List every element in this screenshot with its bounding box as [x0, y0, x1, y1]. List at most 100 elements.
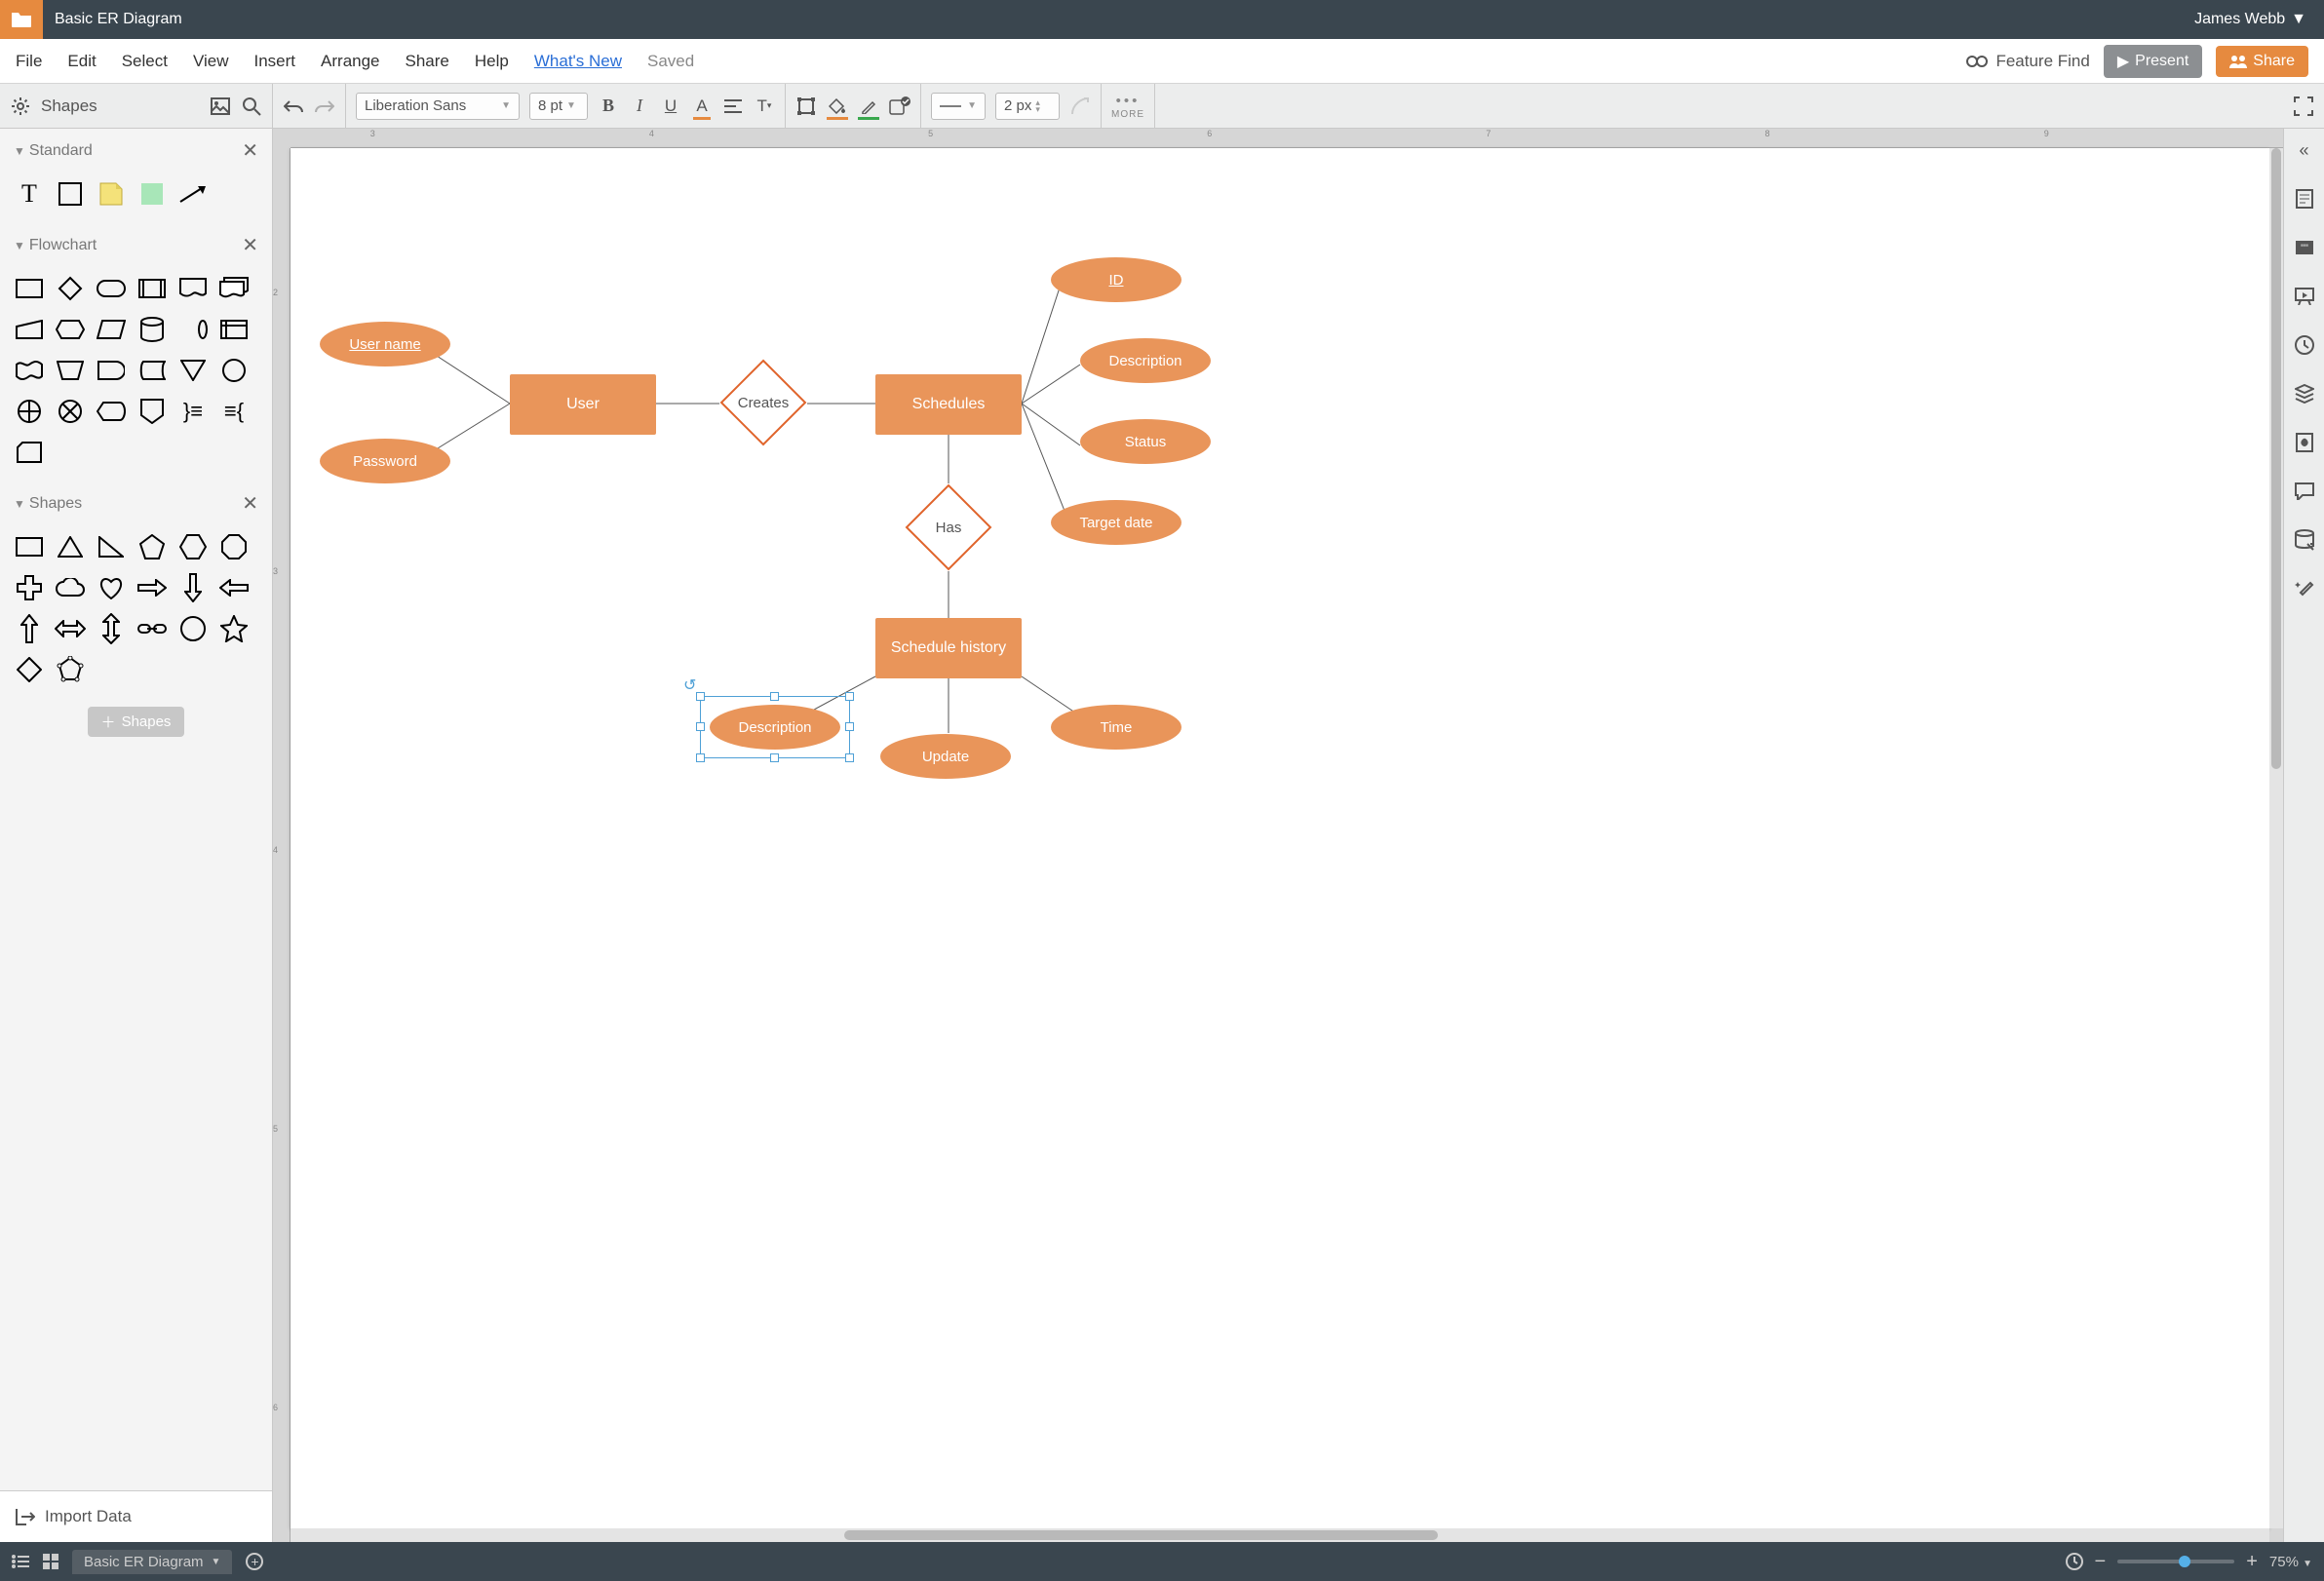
scrollbar-vertical[interactable] — [2269, 148, 2283, 1528]
attr-status[interactable]: Status — [1080, 419, 1211, 464]
fc-brace-r[interactable]: }≡ — [177, 396, 209, 427]
line-style-select[interactable]: ▼ — [931, 93, 986, 120]
sh-cloud[interactable] — [55, 572, 86, 603]
image-icon[interactable] — [210, 96, 231, 117]
shape-rect[interactable] — [55, 178, 86, 210]
shape-note[interactable] — [96, 178, 127, 210]
undo-icon[interactable] — [283, 96, 304, 117]
fc-connector[interactable] — [218, 355, 250, 386]
sh-arrow-r[interactable] — [136, 572, 168, 603]
underline-icon[interactable]: U — [660, 96, 681, 117]
shape-text[interactable]: T — [14, 178, 45, 210]
attr-user-name[interactable]: User name — [320, 322, 450, 366]
layers-icon[interactable] — [2293, 382, 2316, 405]
selection-box[interactable]: ↺ — [700, 696, 850, 758]
border-color-icon[interactable] — [858, 96, 879, 117]
list-view-icon[interactable] — [12, 1555, 29, 1568]
line-shape-icon[interactable] — [1069, 96, 1091, 117]
zoom-in-icon[interactable]: + — [2246, 1551, 2258, 1573]
sh-arrow-ud[interactable] — [96, 613, 127, 644]
fc-delay[interactable] — [96, 355, 127, 386]
fc-card[interactable] — [14, 437, 45, 468]
close-icon[interactable]: ✕ — [242, 138, 258, 163]
page-tab[interactable]: Basic ER Diagram▼ — [72, 1550, 232, 1574]
sh-arrow-l[interactable] — [218, 572, 250, 603]
quote-icon[interactable]: "" — [2293, 236, 2316, 259]
redo-icon[interactable] — [314, 96, 335, 117]
note-icon[interactable] — [2293, 187, 2316, 211]
history-icon[interactable] — [2293, 333, 2316, 357]
fc-process[interactable] — [14, 273, 45, 304]
sh-diamond[interactable] — [14, 654, 45, 685]
sh-rect[interactable] — [14, 531, 45, 562]
menu-share[interactable]: Share — [406, 52, 449, 71]
zoom-out-icon[interactable]: − — [2095, 1551, 2107, 1573]
rel-has[interactable]: Has — [905, 483, 992, 571]
bold-icon[interactable]: B — [598, 96, 619, 117]
sh-triangle[interactable] — [55, 531, 86, 562]
fc-internal[interactable] — [218, 314, 250, 345]
zoom-slider[interactable] — [2117, 1560, 2234, 1563]
fc-manualop[interactable] — [55, 355, 86, 386]
attr-description[interactable]: Description — [1080, 338, 1211, 383]
fc-sum[interactable] — [55, 396, 86, 427]
font-select[interactable]: Liberation Sans▼ — [356, 93, 520, 120]
document-title[interactable]: Basic ER Diagram — [43, 11, 2194, 28]
collapse-right-icon[interactable]: « — [2293, 138, 2316, 162]
share-button[interactable]: Share — [2216, 46, 2308, 77]
menu-whats-new[interactable]: What's New — [534, 52, 622, 71]
fc-database[interactable] — [136, 314, 168, 345]
fill-icon[interactable] — [827, 96, 848, 117]
shape-frame-icon[interactable] — [795, 96, 817, 117]
entity-schedules[interactable]: Schedules — [875, 374, 1022, 435]
import-data-button[interactable]: Import Data — [0, 1490, 272, 1542]
shape-arrow[interactable] — [177, 178, 209, 210]
scrollbar-horizontal[interactable] — [290, 1528, 2269, 1542]
comment-icon[interactable] — [2293, 480, 2316, 503]
menu-insert[interactable]: Insert — [254, 52, 296, 71]
close-icon[interactable]: ✕ — [242, 491, 258, 516]
attr-password[interactable]: Password — [320, 439, 450, 483]
attr-id[interactable]: ID — [1051, 257, 1181, 302]
zoom-level[interactable]: 75% ▼ — [2269, 1554, 2312, 1570]
menu-view[interactable]: View — [193, 52, 229, 71]
fc-manualinput[interactable] — [14, 314, 45, 345]
fc-doc[interactable] — [177, 273, 209, 304]
fc-terminator[interactable] — [96, 273, 127, 304]
add-page-icon[interactable]: + — [246, 1553, 263, 1570]
attr-update[interactable]: Update — [880, 734, 1011, 779]
fc-merge[interactable] — [177, 355, 209, 386]
fc-or[interactable] — [14, 396, 45, 427]
group-header-shapes[interactable]: ▼Shapes ✕ — [0, 482, 272, 525]
fc-directdata[interactable] — [177, 314, 209, 345]
data-icon[interactable] — [2293, 528, 2316, 552]
entity-schedule-history[interactable]: Schedule history — [875, 618, 1022, 678]
fc-decision[interactable] — [55, 273, 86, 304]
sh-pentagon[interactable] — [136, 531, 168, 562]
user-menu[interactable]: James Webb ▼ — [2194, 11, 2324, 28]
sh-link[interactable] — [136, 613, 168, 644]
grid-view-icon[interactable] — [43, 1554, 58, 1569]
text-options-icon[interactable]: T▾ — [754, 96, 775, 117]
sh-heart[interactable] — [96, 572, 127, 603]
menu-arrange[interactable]: Arrange — [321, 52, 379, 71]
line-width-select[interactable]: 2 px▴▾ — [995, 93, 1060, 120]
sh-star[interactable] — [218, 613, 250, 644]
sh-circle[interactable] — [177, 613, 209, 644]
attr-target-date[interactable]: Target date — [1051, 500, 1181, 545]
sh-arrow-lr[interactable] — [55, 613, 86, 644]
magic-icon[interactable] — [2293, 577, 2316, 600]
fc-display[interactable] — [96, 396, 127, 427]
fc-stored[interactable] — [136, 355, 168, 386]
fc-data[interactable] — [96, 314, 127, 345]
group-header-flowchart[interactable]: ▼Flowchart ✕ — [0, 223, 272, 267]
menu-edit[interactable]: Edit — [67, 52, 96, 71]
rel-creates[interactable]: Creates — [719, 359, 807, 446]
slides-icon[interactable] — [2293, 285, 2316, 308]
more-label[interactable]: MORE — [1111, 109, 1144, 120]
search-icon[interactable] — [241, 96, 262, 117]
close-icon[interactable]: ✕ — [242, 233, 258, 257]
menu-select[interactable]: Select — [122, 52, 168, 71]
fc-prep[interactable] — [55, 314, 86, 345]
align-icon[interactable] — [722, 96, 744, 117]
